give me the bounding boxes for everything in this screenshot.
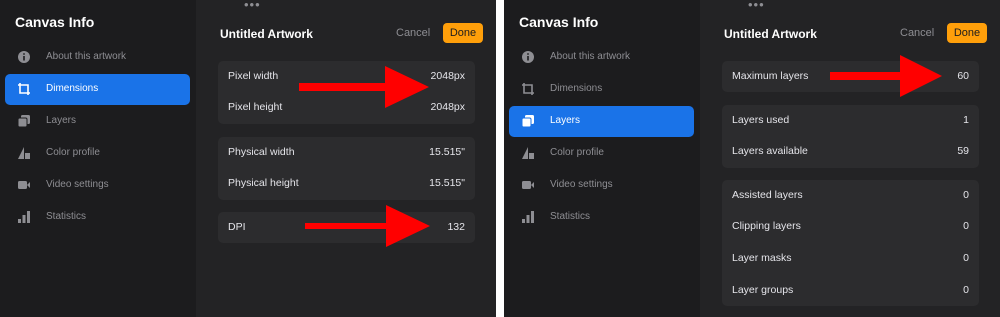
color-profile-icon: [522, 147, 534, 159]
row-value: 0: [963, 252, 969, 264]
sidebar-item-statistics[interactable]: Statistics: [509, 202, 694, 233]
row-value: 1: [963, 114, 969, 126]
sidebar: Canvas Info About this artwork Dimension…: [0, 0, 196, 317]
sidebar-item-video-settings[interactable]: Video settings: [509, 170, 694, 201]
main-content: ••• Untitled Artwork Cancel Done Maximum…: [700, 0, 1000, 317]
row-label: Maximum layers: [732, 70, 809, 82]
sidebar-item-label: Color profile: [46, 147, 100, 158]
color-profile-icon: [18, 147, 30, 159]
drag-handle-icon[interactable]: •••: [244, 0, 261, 12]
sidebar-item-label: Statistics: [550, 211, 591, 222]
sidebar-item-label: Video settings: [550, 179, 613, 190]
crop-icon: [18, 83, 30, 95]
layer-types-group: Assisted layers 0 Clipping layers 0 Laye…: [722, 180, 979, 306]
done-button[interactable]: Done: [443, 23, 483, 43]
sidebar-item-video-settings[interactable]: Video settings: [5, 170, 190, 201]
sidebar-item-label: Dimensions: [46, 83, 99, 94]
drag-handle-icon[interactable]: •••: [748, 0, 765, 12]
sidebar-item-label: About this artwork: [46, 51, 127, 62]
row-value: 0: [963, 284, 969, 296]
row-label: Layers used: [732, 114, 790, 126]
info-row: Physical height 15.515": [218, 168, 475, 199]
physical-size-group: Physical width 15.515" Physical height 1…: [218, 137, 475, 200]
row-label: Physical height: [228, 177, 299, 189]
crop-icon: [522, 83, 534, 95]
sidebar-title: Canvas Info: [15, 14, 95, 30]
done-button[interactable]: Done: [947, 23, 987, 43]
row-value: 2048px: [430, 101, 465, 113]
sidebar-item-label: Layers: [550, 115, 581, 126]
cancel-button[interactable]: Cancel: [396, 27, 430, 39]
layers-icon: [17, 115, 30, 128]
row-label: Pixel height: [228, 101, 283, 113]
canvas-info-panel-dimensions: Canvas Info About this artwork Dimension…: [0, 0, 496, 317]
info-row: Assisted layers 0: [722, 180, 979, 211]
sidebar-item-label: About this artwork: [550, 51, 631, 62]
sidebar-item-label: Color profile: [550, 147, 604, 158]
row-label: Pixel width: [228, 70, 279, 82]
info-icon: [522, 51, 534, 63]
info-row: Physical width 15.515": [218, 137, 475, 168]
row-label: Assisted layers: [732, 189, 803, 201]
row-value: 59: [957, 145, 969, 157]
row-label: Layers available: [732, 145, 808, 157]
max-layers-group: Maximum layers 60: [722, 61, 979, 92]
sidebar-item-about[interactable]: About this artwork: [5, 42, 190, 73]
info-row: Maximum layers 60: [722, 61, 979, 92]
row-label: Clipping layers: [732, 220, 801, 232]
row-value: 2048px: [430, 70, 465, 82]
sidebar-item-label: Statistics: [46, 211, 87, 222]
row-label: DPI: [228, 221, 246, 233]
panel-divider: [496, 0, 504, 317]
info-row: Layer groups 0: [722, 275, 979, 306]
info-row: Pixel height 2048px: [218, 92, 475, 123]
info-icon: [18, 51, 30, 63]
sidebar-item-statistics[interactable]: Statistics: [5, 202, 190, 233]
artwork-title: Untitled Artwork: [724, 27, 817, 41]
row-value: 0: [963, 189, 969, 201]
row-label: Physical width: [228, 146, 295, 158]
layers-icon: [521, 115, 534, 128]
sidebar-title: Canvas Info: [519, 14, 599, 30]
main-content: ••• Untitled Artwork Cancel Done Pixel w…: [196, 0, 496, 317]
video-icon: [522, 181, 534, 189]
row-label: Layer masks: [732, 252, 792, 264]
sidebar-item-color-profile[interactable]: Color profile: [5, 138, 190, 169]
info-row: Layers available 59: [722, 136, 979, 167]
sidebar-item-label: Dimensions: [550, 83, 603, 94]
info-row: DPI 132: [218, 212, 475, 243]
canvas-info-panel-layers: Canvas Info About this artwork Dimension…: [504, 0, 1000, 317]
video-icon: [18, 181, 30, 189]
pixel-size-group: Pixel width 2048px Pixel height 2048px: [218, 61, 475, 124]
row-value: 0: [963, 220, 969, 232]
info-row: Layers used 1: [722, 105, 979, 136]
sidebar-item-about[interactable]: About this artwork: [509, 42, 694, 73]
dpi-group: DPI 132: [218, 212, 475, 243]
info-row: Pixel width 2048px: [218, 61, 475, 92]
artwork-title: Untitled Artwork: [220, 27, 313, 41]
bar-chart-icon: [18, 211, 30, 223]
info-row: Layer masks 0: [722, 243, 979, 274]
row-value: 132: [447, 221, 465, 233]
cancel-button[interactable]: Cancel: [900, 27, 934, 39]
row-value: 15.515": [429, 146, 465, 158]
sidebar-item-layers[interactable]: Layers: [509, 106, 694, 137]
row-value: 60: [957, 70, 969, 82]
layer-usage-group: Layers used 1 Layers available 59: [722, 105, 979, 168]
row-value: 15.515": [429, 177, 465, 189]
info-row: Clipping layers 0: [722, 211, 979, 242]
sidebar-item-dimensions[interactable]: Dimensions: [5, 74, 190, 105]
sidebar-item-label: Video settings: [46, 179, 109, 190]
sidebar: Canvas Info About this artwork Dimension…: [504, 0, 700, 317]
row-label: Layer groups: [732, 284, 794, 296]
sidebar-item-dimensions[interactable]: Dimensions: [509, 74, 694, 105]
sidebar-item-layers[interactable]: Layers: [5, 106, 190, 137]
sidebar-item-color-profile[interactable]: Color profile: [509, 138, 694, 169]
bar-chart-icon: [522, 211, 534, 223]
sidebar-item-label: Layers: [46, 115, 77, 126]
